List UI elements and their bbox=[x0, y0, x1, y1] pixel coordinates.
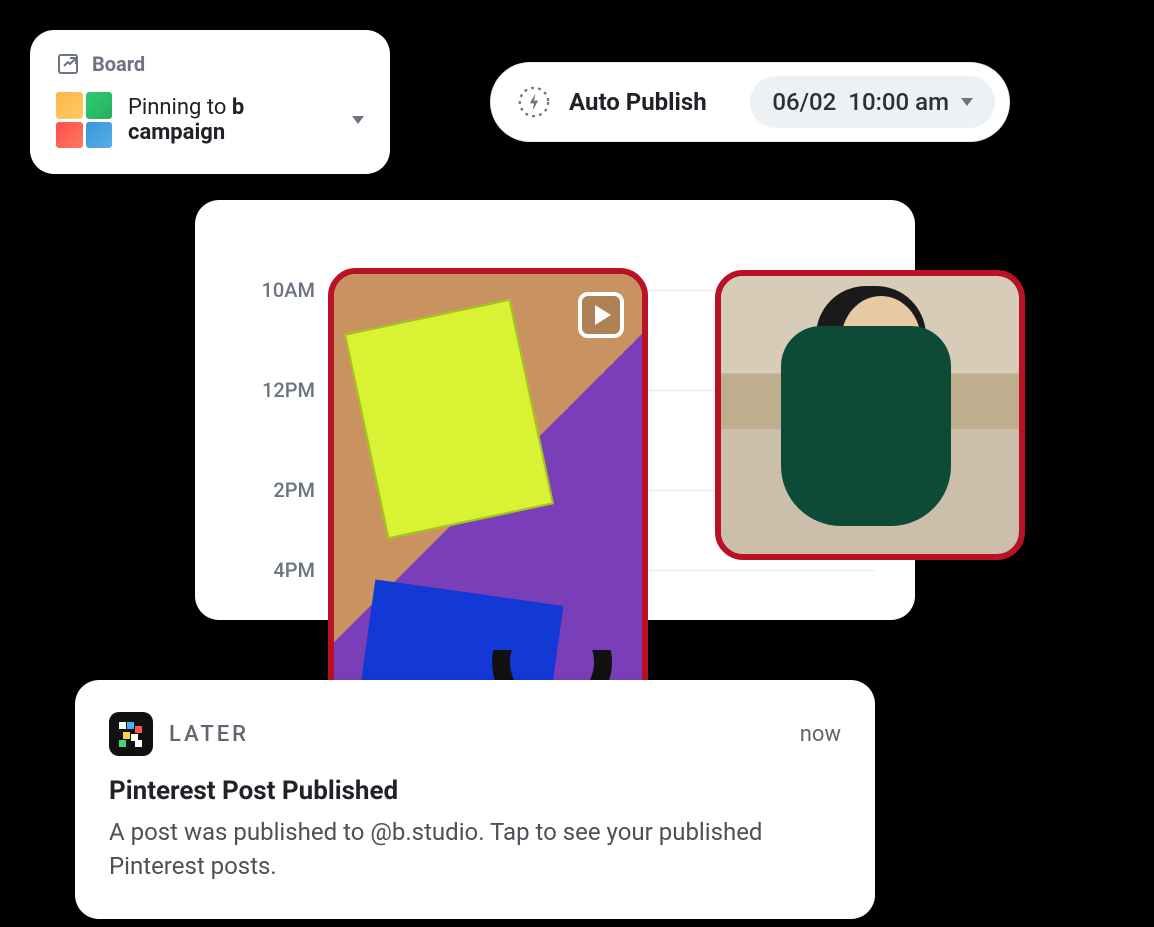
chevron-down-icon bbox=[961, 98, 973, 106]
video-play-icon bbox=[578, 292, 624, 338]
time-label: 12PM bbox=[235, 378, 315, 402]
thumb bbox=[86, 92, 113, 119]
publish-datetime-chip[interactable]: 06/02 10:00 am bbox=[750, 76, 995, 128]
scheduled-post-card[interactable] bbox=[715, 270, 1025, 560]
notification-header: LATER now bbox=[109, 712, 841, 756]
notification-title: Pinterest Post Published bbox=[109, 776, 841, 806]
notification-time: now bbox=[800, 722, 841, 747]
board-panel: Board Pinning to b campaign bbox=[30, 30, 390, 174]
thumb bbox=[56, 92, 83, 119]
post-image bbox=[334, 274, 642, 732]
publish-time: 10:00 am bbox=[848, 88, 949, 116]
notification-body: A post was published to @b.studio. Tap t… bbox=[109, 816, 841, 883]
thumb bbox=[56, 122, 83, 149]
board-thumbnails bbox=[56, 92, 112, 148]
chevron-down-icon bbox=[352, 116, 364, 124]
auto-publish-icon bbox=[517, 85, 551, 119]
board-header: Board bbox=[56, 52, 364, 76]
thumb bbox=[86, 122, 113, 149]
later-app-icon bbox=[109, 712, 153, 756]
time-label: 4PM bbox=[235, 558, 315, 582]
board-selection-text: Pinning to b campaign bbox=[128, 95, 364, 145]
pinning-prefix: Pinning to bbox=[128, 95, 232, 120]
board-selector[interactable]: Pinning to b campaign bbox=[56, 92, 364, 148]
notification-app-name: LATER bbox=[169, 722, 249, 747]
board-header-label: Board bbox=[92, 52, 145, 76]
push-notification[interactable]: LATER now Pinterest Post Published A pos… bbox=[75, 680, 875, 919]
publish-date: 06/02 bbox=[772, 88, 836, 116]
pin-icon bbox=[56, 52, 80, 76]
auto-publish-bar: Auto Publish 06/02 10:00 am bbox=[490, 62, 1010, 142]
time-label: 10AM bbox=[235, 278, 315, 302]
post-image bbox=[721, 276, 1019, 554]
auto-publish-label: Auto Publish bbox=[569, 88, 732, 116]
scheduled-video-card[interactable] bbox=[328, 268, 648, 738]
time-label: 2PM bbox=[235, 478, 315, 502]
